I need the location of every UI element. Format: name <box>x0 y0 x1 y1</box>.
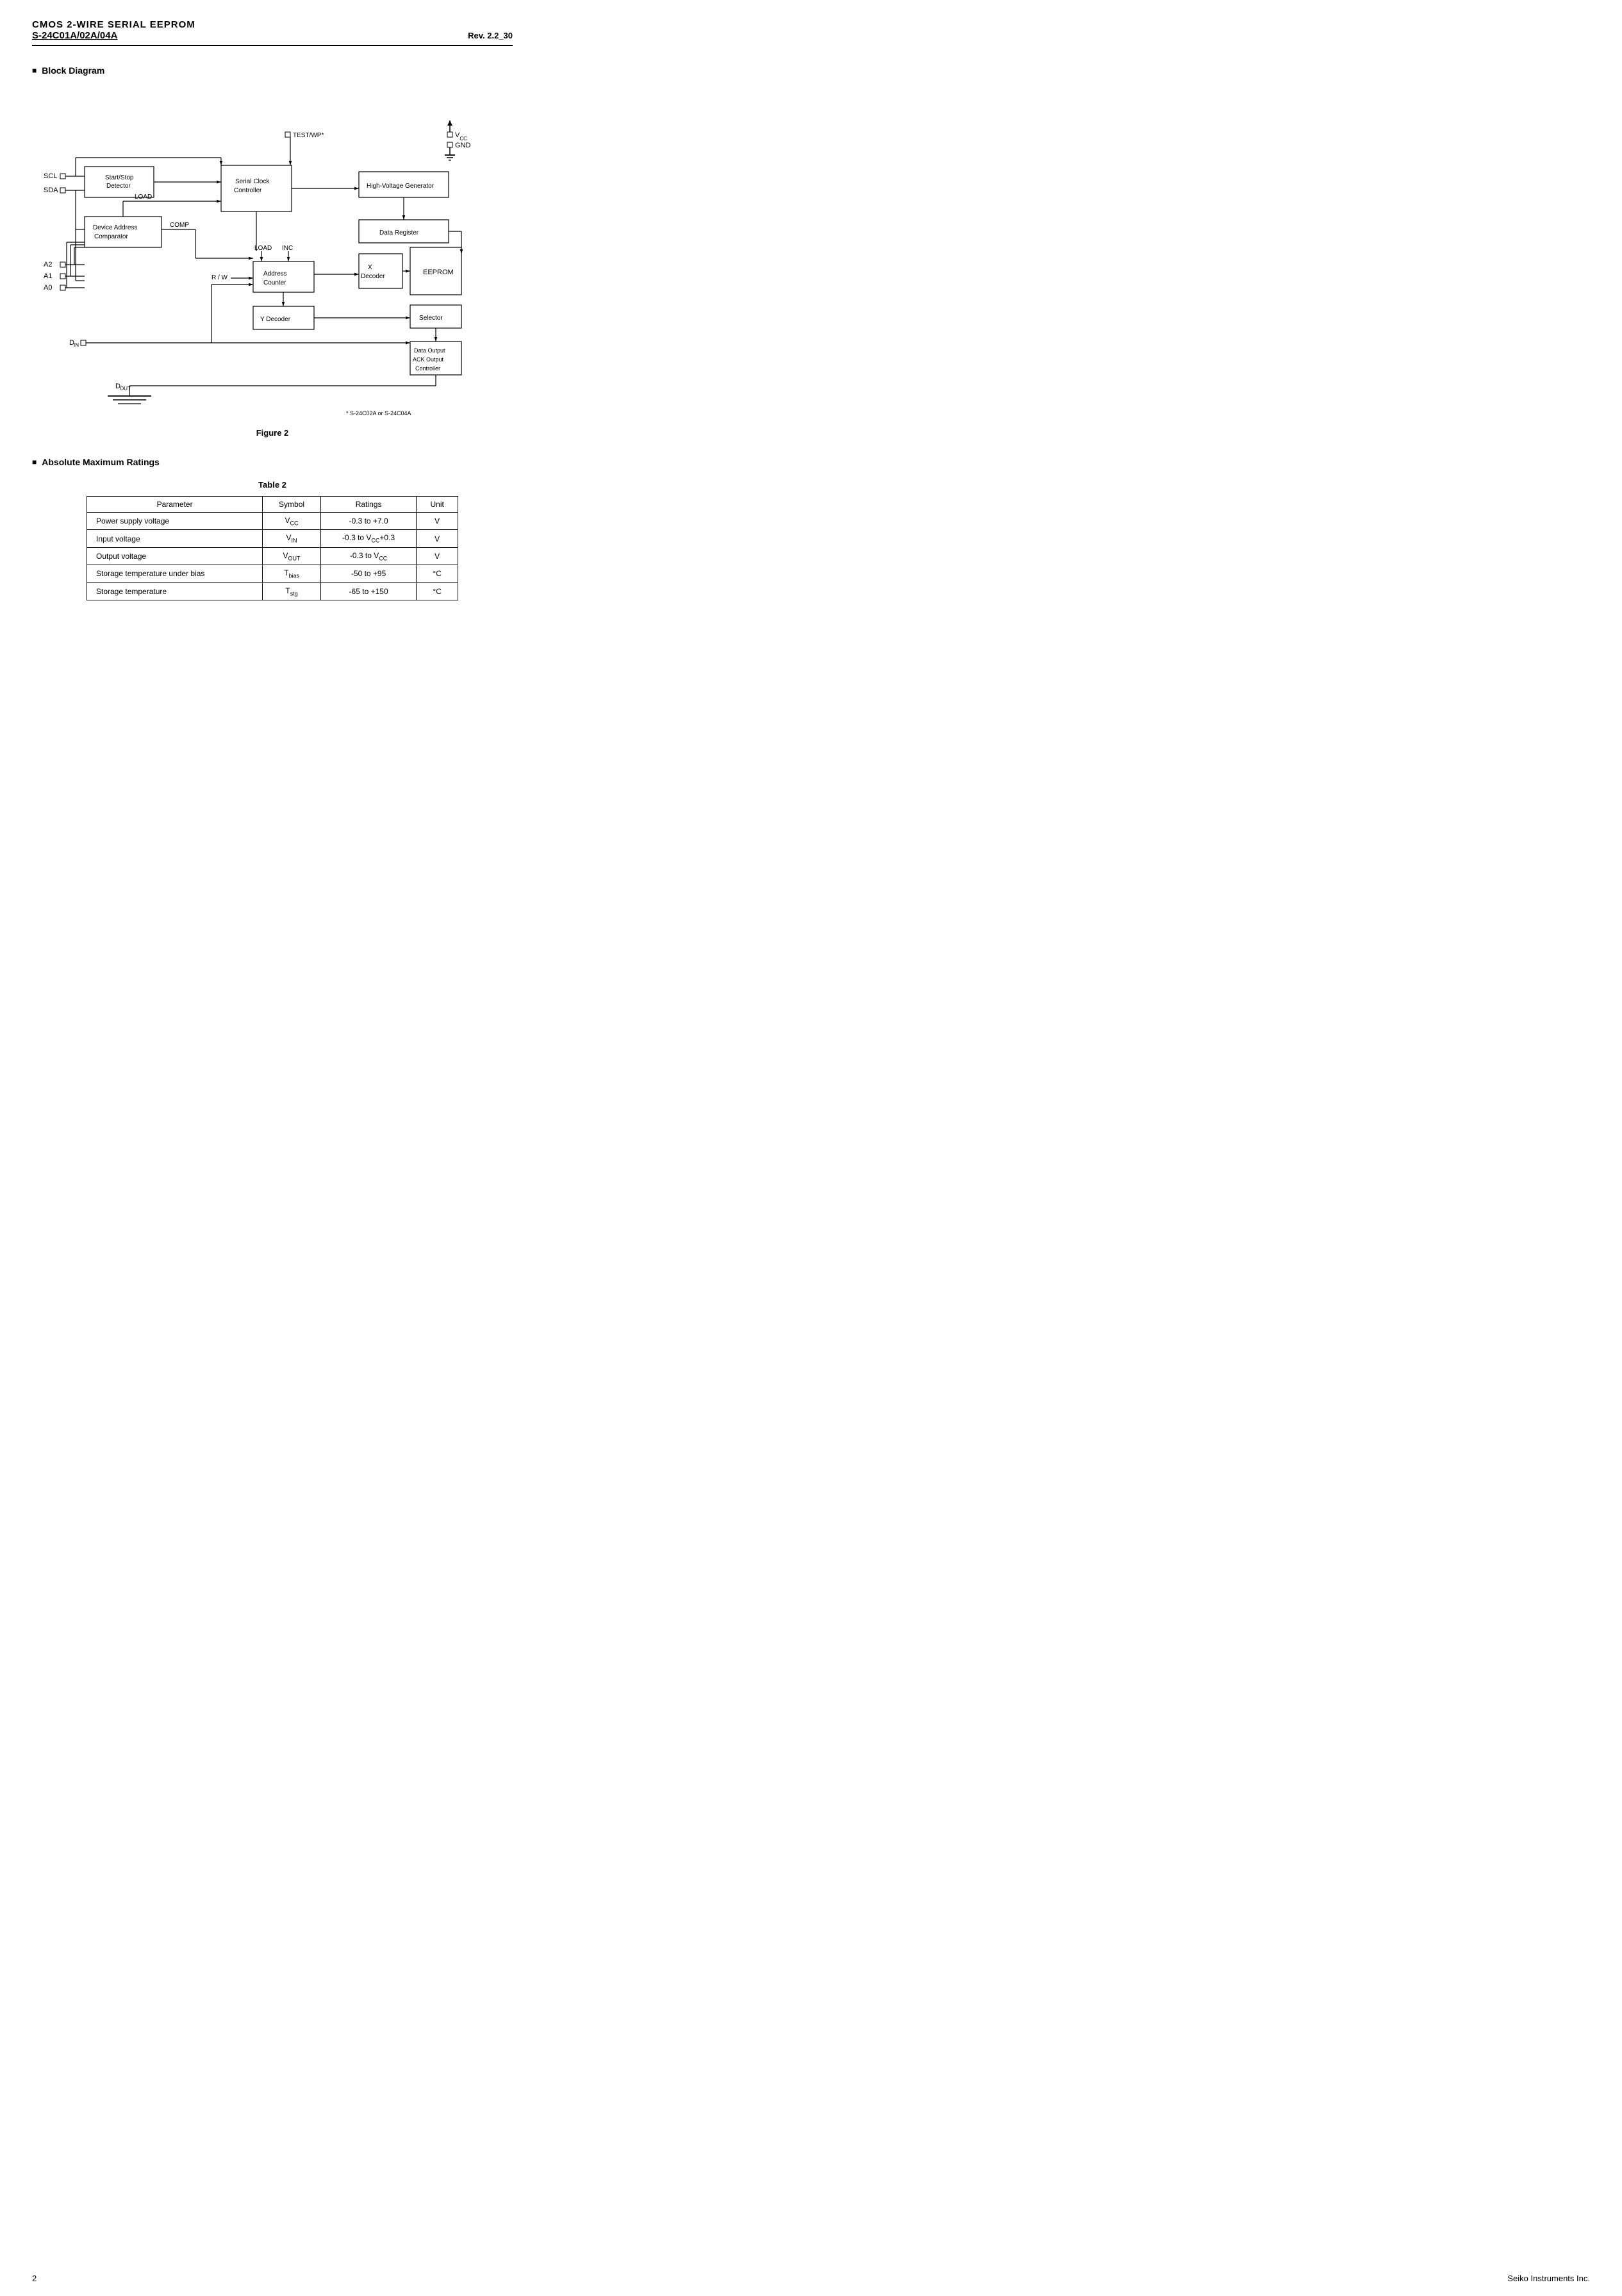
svg-text:IN: IN <box>74 342 79 348</box>
param-storage-temp: Storage temperature <box>87 582 263 600</box>
svg-text:High-Voltage Generator: High-Voltage Generator <box>367 183 434 190</box>
company-name: Seiko Instruments Inc. <box>1507 2274 1590 2283</box>
ratings-table: Parameter Symbol Ratings Unit Power supp… <box>87 496 458 600</box>
svg-text:SCL: SCL <box>44 172 57 180</box>
svg-text:Counter: Counter <box>263 279 286 286</box>
rating-tstg: -65 to +150 <box>320 582 416 600</box>
svg-text:X: X <box>368 264 372 271</box>
col-header-parameter: Parameter <box>87 497 263 513</box>
svg-text:Decoder: Decoder <box>361 273 385 280</box>
rating-vcc: -0.3 to +7.0 <box>320 513 416 530</box>
svg-text:* S-24C02A or S-24C04A: * S-24C02A or S-24C04A <box>346 410 411 417</box>
svg-text:TEST/WP*: TEST/WP* <box>293 132 324 139</box>
table-row: Input voltage VIN -0.3 to VCC+0.3 V <box>87 530 458 547</box>
col-header-symbol: Symbol <box>263 497 321 513</box>
param-storage-temp-bias: Storage temperature under bias <box>87 565 263 582</box>
svg-text:Data Output: Data Output <box>414 347 445 354</box>
svg-text:SDA: SDA <box>44 186 58 194</box>
header-title-line1: CMOS 2-WIRE SERIAL EEPROM <box>32 19 513 30</box>
table-label: Table 2 <box>32 480 513 490</box>
col-header-unit: Unit <box>417 497 458 513</box>
header-revision: Rev. 2.2_30 <box>468 31 513 40</box>
svg-text:LOAD: LOAD <box>254 245 272 252</box>
svg-text:COMP: COMP <box>170 222 189 229</box>
col-header-ratings: Ratings <box>320 497 416 513</box>
table-row: Storage temperature under bias Tbias -50… <box>87 565 458 582</box>
header-model: S-24C01A/02A/04A <box>32 30 117 41</box>
unit-c2: °C <box>417 582 458 600</box>
abs-max-heading: Absolute Maximum Ratings <box>32 457 513 467</box>
page-number: 2 <box>32 2274 37 2283</box>
svg-text:A1: A1 <box>44 272 52 280</box>
svg-text:GND: GND <box>455 142 471 149</box>
rating-vout: -0.3 to VCC <box>320 547 416 565</box>
param-output-voltage: Output voltage <box>87 547 263 565</box>
rating-tbias: -50 to +95 <box>320 565 416 582</box>
svg-text:Serial Clock: Serial Clock <box>235 178 270 185</box>
svg-text:Device Address: Device Address <box>93 224 137 231</box>
unit-v3: V <box>417 547 458 565</box>
symbol-vin: VIN <box>263 530 321 547</box>
page-footer: 2 Seiko Instruments Inc. <box>0 2274 1622 2283</box>
block-diagram-heading: Block Diagram <box>32 65 513 76</box>
symbol-vout: VOUT <box>263 547 321 565</box>
symbol-vcc: VCC <box>263 513 321 530</box>
table-row: Output voltage VOUT -0.3 to VCC V <box>87 547 458 565</box>
block-diagram-svg: SCL SDA Start/Stop Detector Device Addre… <box>32 88 532 422</box>
svg-text:A0: A0 <box>44 284 52 292</box>
param-power-supply: Power supply voltage <box>87 513 263 530</box>
svg-text:Selector: Selector <box>419 315 443 322</box>
symbol-tbias: Tbias <box>263 565 321 582</box>
svg-text:EEPROM: EEPROM <box>423 268 454 276</box>
svg-text:Controller: Controller <box>234 187 262 194</box>
ratings-table-section: Table 2 Parameter Symbol Ratings Unit Po… <box>32 480 513 600</box>
table-row: Power supply voltage VCC -0.3 to +7.0 V <box>87 513 458 530</box>
svg-text:A2: A2 <box>44 261 52 268</box>
svg-text:Data Register: Data Register <box>379 229 419 236</box>
rating-vin: -0.3 to VCC+0.3 <box>320 530 416 547</box>
unit-c1: °C <box>417 565 458 582</box>
figure-label: Figure 2 <box>32 428 513 438</box>
page-header: CMOS 2-WIRE SERIAL EEPROM S-24C01A/02A/0… <box>32 19 513 46</box>
svg-text:LOAD: LOAD <box>135 194 152 201</box>
table-row: Storage temperature Tstg -65 to +150 °C <box>87 582 458 600</box>
block-diagram: SCL SDA Start/Stop Detector Device Addre… <box>32 88 532 422</box>
svg-text:Y Decoder: Y Decoder <box>260 316 291 323</box>
param-input-voltage: Input voltage <box>87 530 263 547</box>
unit-v2: V <box>417 530 458 547</box>
unit-v1: V <box>417 513 458 530</box>
svg-text:Detector: Detector <box>106 183 131 190</box>
svg-text:Start/Stop: Start/Stop <box>105 174 134 181</box>
svg-text:Controller: Controller <box>415 365 440 372</box>
svg-text:VCC: VCC <box>455 131 467 142</box>
svg-text:R / W: R / W <box>211 274 228 281</box>
svg-text:Comparator: Comparator <box>94 233 128 240</box>
svg-text:ACK Output: ACK Output <box>413 356 444 363</box>
svg-text:Address: Address <box>263 270 287 277</box>
symbol-tstg: Tstg <box>263 582 321 600</box>
svg-text:INC: INC <box>282 245 293 252</box>
